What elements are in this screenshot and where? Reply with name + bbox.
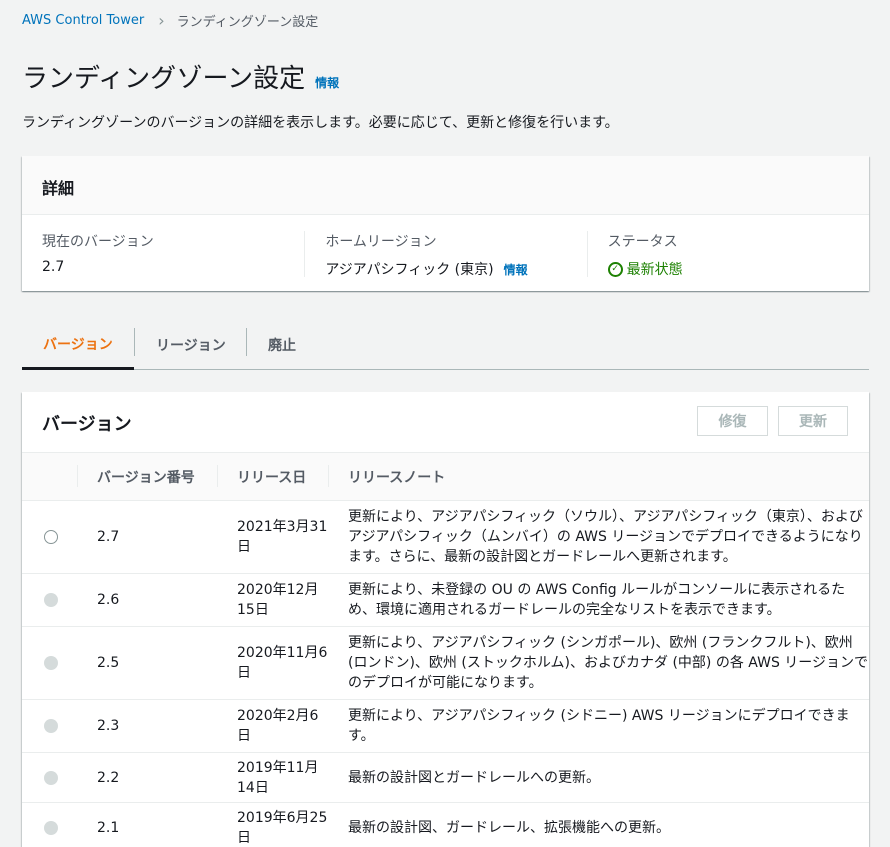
row-select-cell	[22, 699, 77, 753]
tab-decommission[interactable]: 廃止	[247, 320, 327, 369]
row-select-cell	[22, 573, 77, 627]
tab-bar: バージョン リージョン 廃止	[22, 320, 869, 370]
column-divider	[217, 465, 218, 487]
page-description: ランディングゾーンのバージョンの詳細を表示します。必要に応じて、更新と修復を行い…	[22, 115, 619, 131]
update-button[interactable]: 更新	[778, 406, 848, 436]
radio-button	[44, 656, 58, 670]
check-circle-icon: ✓	[607, 261, 623, 277]
notes-column-header: リリースノート	[328, 452, 869, 501]
row-select-cell	[22, 500, 77, 574]
release-date-column-label: リリース日	[237, 469, 307, 486]
status-field: ステータス ✓ 最新状態	[586, 231, 869, 279]
version-cell: 2.6	[77, 573, 217, 627]
release-date-cell: 2020年2月6日	[217, 699, 328, 753]
notes-cell: 最新の設計図とガードレールへの更新。	[328, 752, 869, 803]
radio-button	[44, 593, 58, 607]
version-cell: 2.5	[77, 626, 217, 700]
tab-versions-label: バージョン	[43, 336, 113, 353]
repair-button[interactable]: 修復	[697, 406, 768, 436]
breadcrumb-current: ランディングゾーン設定	[176, 15, 319, 30]
tab-regions[interactable]: リージョン	[135, 320, 246, 369]
current-version-value: 2.7	[42, 259, 65, 275]
notes-column-label: リリースノート	[348, 469, 446, 486]
notes-cell: 更新により、アジアパシフィック (シンガポール)、欧州 (フランクフルト)、欧州…	[328, 626, 869, 700]
row-select-cell	[22, 752, 77, 803]
row-select-cell	[22, 802, 77, 847]
radio-button	[44, 770, 58, 785]
home-region-field: ホームリージョン アジアパシフィック (東京) 情報	[304, 231, 586, 278]
versions-panel: バージョン 修復 更新 バージョン番号 リリース日 リリースノート 2.7 20…	[22, 392, 869, 847]
version-column-header: バージョン番号	[77, 452, 217, 501]
radio-button	[44, 820, 58, 835]
radio-button	[44, 719, 58, 733]
status-value: 最新状態	[626, 262, 683, 278]
release-date-cell: 2019年11月14日	[217, 752, 328, 803]
release-date-cell: 2020年12月15日	[217, 573, 328, 627]
home-region-value: アジアパシフィック (東京)	[325, 262, 494, 278]
page-title: ランディングゾーン設定 情報	[22, 58, 339, 95]
table-row[interactable]: 2.7 2021年3月31日 更新により、アジアパシフィック（ソウル）、アジアパ…	[22, 500, 869, 574]
version-cell: 2.3	[77, 699, 217, 753]
tab-decommission-label: 廃止	[268, 337, 296, 354]
row-select-cell	[22, 626, 77, 700]
table-row: 2.5 2020年11月6日 更新により、アジアパシフィック (シンガポール)、…	[22, 626, 869, 700]
tab-regions-label: リージョン	[156, 337, 226, 354]
current-version-field: 現在のバージョン 2.7	[22, 231, 304, 277]
table-row: 2.2 2019年11月14日 最新の設計図とガードレールへの更新。	[22, 752, 869, 803]
page-info-link[interactable]: 情報	[315, 74, 339, 91]
notes-cell: 更新により、アジアパシフィック (シドニー) AWS リージョンにデプロイできま…	[328, 699, 869, 753]
release-date-cell: 2020年11月6日	[217, 626, 328, 700]
table-row: 2.1 2019年6月25日 最新の設計図、ガードレール、拡張機能への更新。	[22, 802, 869, 847]
notes-cell: 最新の設計図、ガードレール、拡張機能への更新。	[328, 802, 869, 847]
select-column-header	[22, 452, 77, 501]
column-divider	[77, 465, 78, 487]
tab-versions[interactable]: バージョン	[22, 320, 134, 370]
release-date-cell: 2019年6月25日	[217, 802, 328, 847]
notes-cell: 更新により、アジアパシフィック（ソウル）、アジアパシフィック（東京）、およびアジ…	[328, 500, 869, 574]
current-version-label: 現在のバージョン	[42, 234, 154, 250]
version-cell: 2.7	[77, 500, 217, 574]
home-region-info-link[interactable]: 情報	[504, 261, 528, 278]
home-region-label: ホームリージョン	[325, 234, 437, 250]
status-badge: ✓ 最新状態	[607, 259, 849, 279]
version-cell: 2.2	[77, 752, 217, 803]
version-cell: 2.1	[77, 802, 217, 847]
notes-cell: 更新により、未登録の OU の AWS Config ルールがコンソールに表示さ…	[328, 573, 869, 627]
breadcrumb-root-link[interactable]: AWS Control Tower	[22, 13, 144, 28]
details-title: 詳細	[22, 156, 869, 215]
versions-table: バージョン番号 リリース日 リリースノート 2.7 2021年3月31日 更新に…	[22, 452, 869, 847]
versions-header: バージョン 修復 更新	[22, 392, 869, 452]
page-title-text: ランディングゾーン設定	[22, 64, 306, 94]
versions-title: バージョン	[42, 414, 132, 435]
radio-button[interactable]	[44, 530, 58, 544]
column-divider	[328, 465, 329, 487]
release-date-cell: 2021年3月31日	[217, 500, 328, 574]
version-column-label: バージョン番号	[97, 469, 195, 486]
chevron-right-icon: ›	[158, 10, 165, 30]
table-header-row: バージョン番号 リリース日 リリースノート	[22, 452, 869, 501]
table-row: 2.6 2020年12月15日 更新により、未登録の OU の AWS Conf…	[22, 573, 869, 627]
status-label: ステータス	[607, 234, 678, 250]
details-panel: 詳細 現在のバージョン 2.7 ホームリージョン アジアパシフィック (東京) …	[22, 156, 869, 291]
release-date-column-header: リリース日	[217, 452, 328, 501]
table-row: 2.3 2020年2月6日 更新により、アジアパシフィック (シドニー) AWS…	[22, 699, 869, 753]
breadcrumb: AWS Control Tower › ランディングゾーン設定	[22, 11, 318, 30]
